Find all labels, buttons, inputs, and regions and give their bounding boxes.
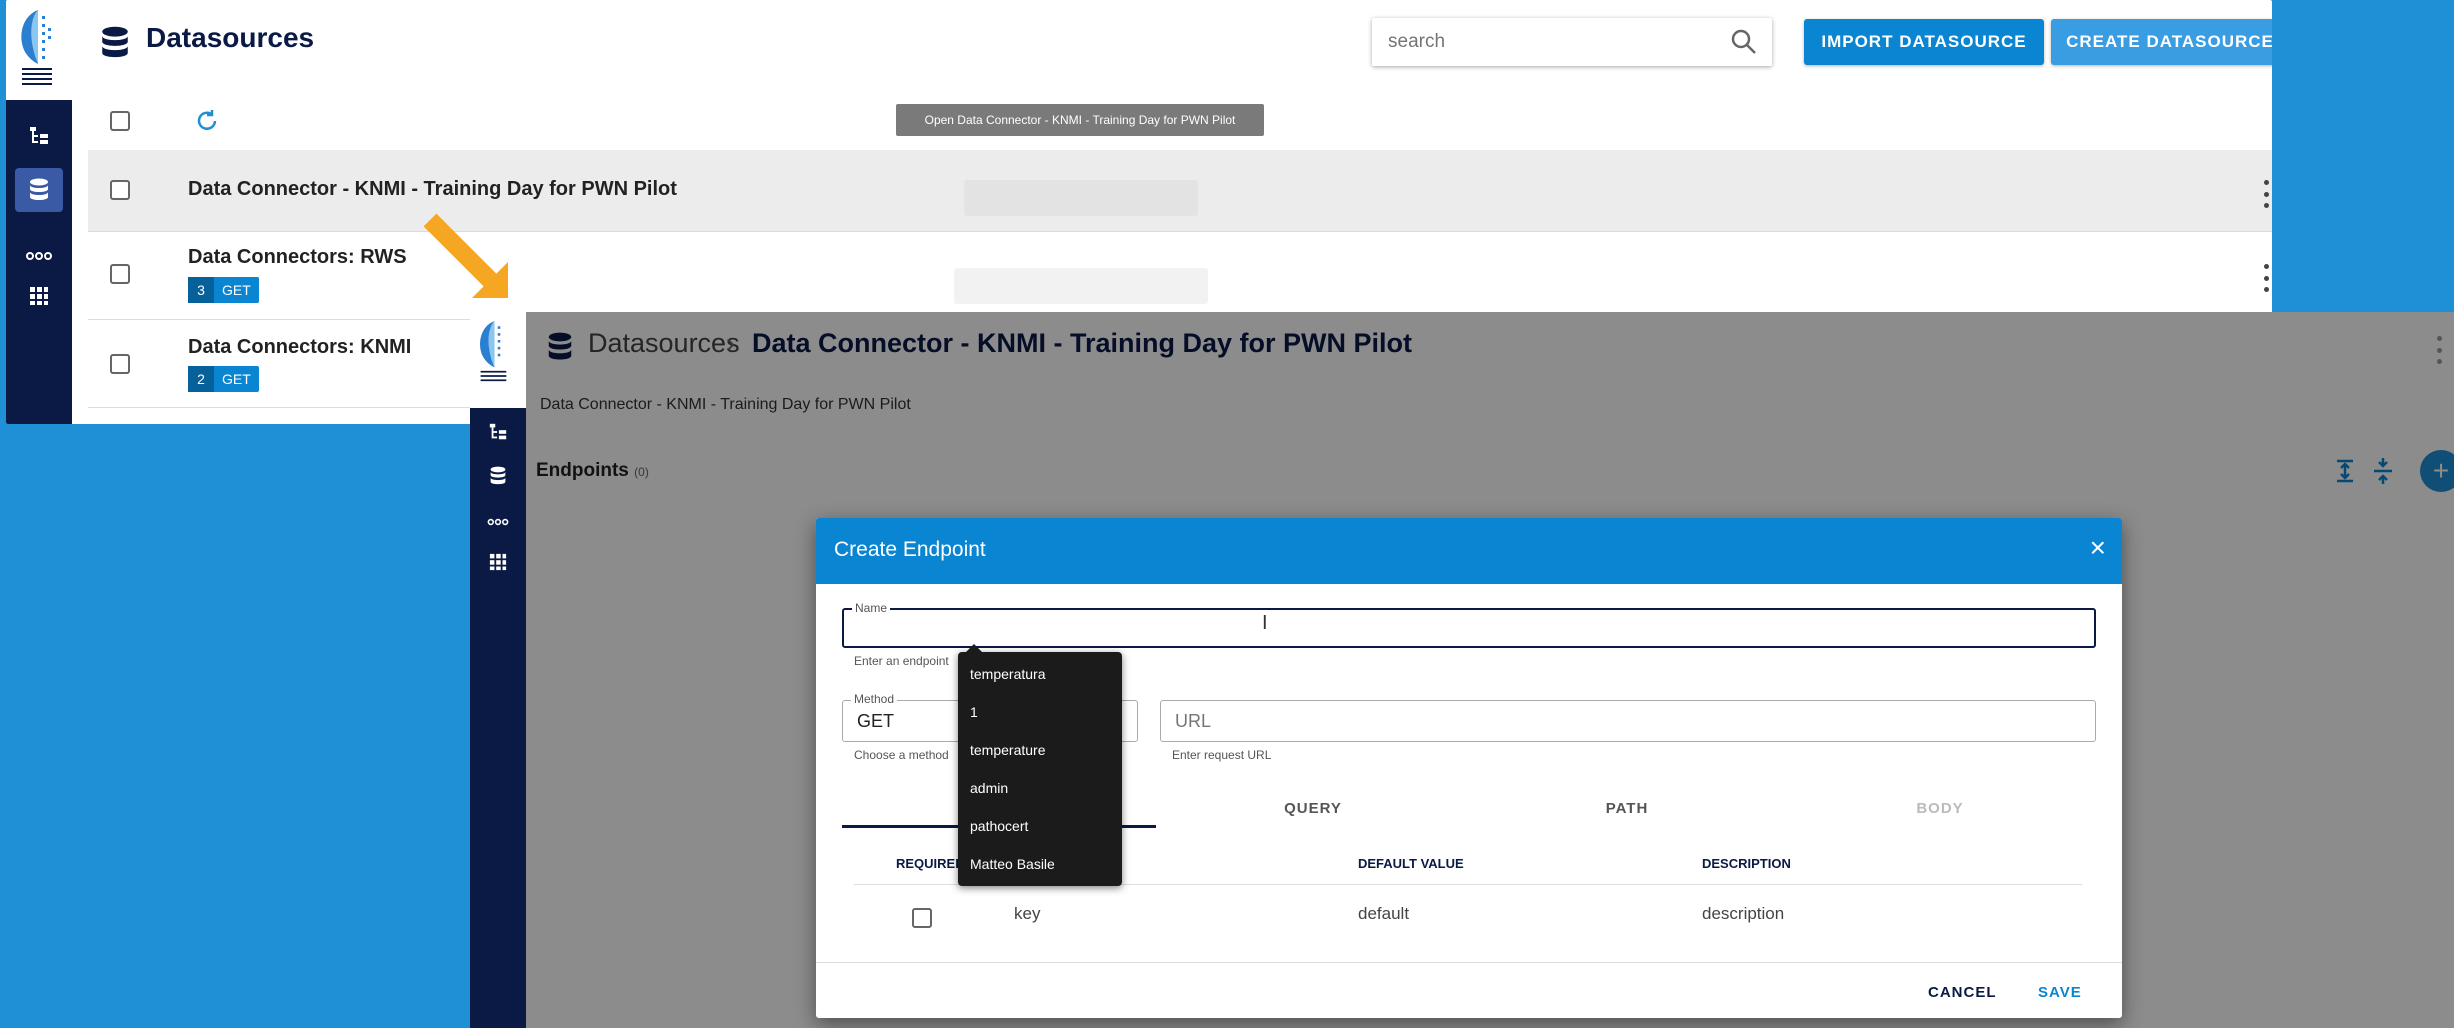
transition-arrow <box>423 213 508 298</box>
method-badge: 3 GET <box>188 277 259 303</box>
url-field[interactable] <box>1160 700 2096 742</box>
autocomplete-item[interactable]: Matteo Basile <box>970 856 1055 872</box>
dialog-title: Create Endpoint <box>834 538 986 561</box>
app-logo <box>21 10 52 85</box>
kebab-icon[interactable] <box>2434 336 2444 364</box>
autocomplete-item[interactable]: temperature <box>970 742 1045 758</box>
select-all-checkbox[interactable] <box>110 111 130 131</box>
database-icon[interactable] <box>15 168 63 212</box>
row-placeholder <box>954 268 1208 304</box>
table-row[interactable]: Data Connectors: RWS 3 GET <box>88 232 2272 320</box>
row-tooltip: Open Data Connector - KNMI - Training Da… <box>896 104 1264 136</box>
param-key[interactable]: key <box>1014 904 1040 924</box>
required-checkbox[interactable] <box>912 908 932 928</box>
autocomplete-item[interactable]: temperatura <box>970 666 1045 682</box>
app-logo <box>480 321 507 382</box>
autocomplete-menu: temperatura 1 temperature admin pathocer… <box>958 644 1122 886</box>
database-icon <box>102 26 128 58</box>
search-box[interactable] <box>1372 18 1772 66</box>
tab-path[interactable]: PATH <box>1470 788 1784 828</box>
autocomplete-item[interactable]: pathocert <box>970 818 1028 834</box>
autocomplete-item[interactable]: admin <box>970 780 1008 796</box>
url-input[interactable] <box>1173 701 2014 741</box>
row-title[interactable]: Data Connector - KNMI - Training Day for… <box>188 178 677 201</box>
grid-icon[interactable] <box>484 548 512 576</box>
url-hint: Enter request URL <box>1172 748 1272 762</box>
connector-icon[interactable] <box>25 242 53 270</box>
connector-icon[interactable] <box>484 508 512 536</box>
name-input[interactable] <box>856 610 1981 646</box>
create-endpoint-dialog: Create Endpoint × Name I Enter an endpoi… <box>816 518 2122 1018</box>
save-button[interactable]: SAVE <box>2038 984 2082 1001</box>
create-datasource-button[interactable]: CREATE DATASOURCE <box>2051 19 2272 65</box>
table-row[interactable]: Data Connector - KNMI - Training Day for… <box>88 150 2272 232</box>
grid-icon[interactable] <box>25 282 53 310</box>
kebab-icon[interactable] <box>2261 180 2271 208</box>
search-icon[interactable] <box>1730 28 1758 56</box>
logo-area <box>470 312 526 408</box>
database-icon[interactable] <box>484 462 512 490</box>
dialog-header: Create Endpoint × <box>816 518 2122 584</box>
tree-icon[interactable] <box>484 418 512 446</box>
method-hint: Choose a method <box>854 748 949 762</box>
param-description[interactable]: description <box>1702 904 1784 924</box>
name-field[interactable]: Name <box>842 601 2096 648</box>
autocomplete-item[interactable]: 1 <box>970 704 978 720</box>
tab-body[interactable]: BODY <box>1784 788 2096 828</box>
name-hint: Enter an endpoint <box>854 654 949 668</box>
import-datasource-button[interactable]: IMPORT DATASOURCE <box>1804 19 2044 65</box>
logo-area <box>6 0 72 100</box>
search-input[interactable] <box>1386 18 1726 66</box>
column-default-value: DEFAULT VALUE <box>1358 856 1464 871</box>
row-checkbox[interactable] <box>110 354 130 374</box>
param-default[interactable]: default <box>1358 904 1409 924</box>
tab-query[interactable]: QUERY <box>1156 788 1470 828</box>
row-checkbox[interactable] <box>110 264 130 284</box>
datasource-detail-screenshot: Datasources › Data Connector - KNMI - Tr… <box>470 312 2454 1028</box>
column-required: REQUIRED <box>896 856 965 871</box>
page-title: Datasources <box>146 22 315 53</box>
refresh-icon[interactable] <box>194 108 220 134</box>
cancel-button[interactable]: CANCEL <box>1928 984 1997 1001</box>
row-title[interactable]: Data Connectors: KNMI <box>188 336 411 359</box>
kebab-icon[interactable] <box>2261 264 2271 292</box>
side-navigation <box>6 100 72 424</box>
row-title[interactable]: Data Connectors: RWS <box>188 246 407 269</box>
text-cursor-icon: I <box>1262 612 1268 634</box>
close-icon[interactable]: × <box>2090 534 2106 562</box>
side-navigation <box>470 408 526 1028</box>
column-description: DESCRIPTION <box>1702 856 1791 871</box>
method-badge: 2 GET <box>188 366 259 392</box>
row-placeholder <box>964 180 1198 216</box>
tree-icon[interactable] <box>25 122 53 150</box>
row-checkbox[interactable] <box>110 180 130 200</box>
footer-divider <box>816 962 2122 963</box>
